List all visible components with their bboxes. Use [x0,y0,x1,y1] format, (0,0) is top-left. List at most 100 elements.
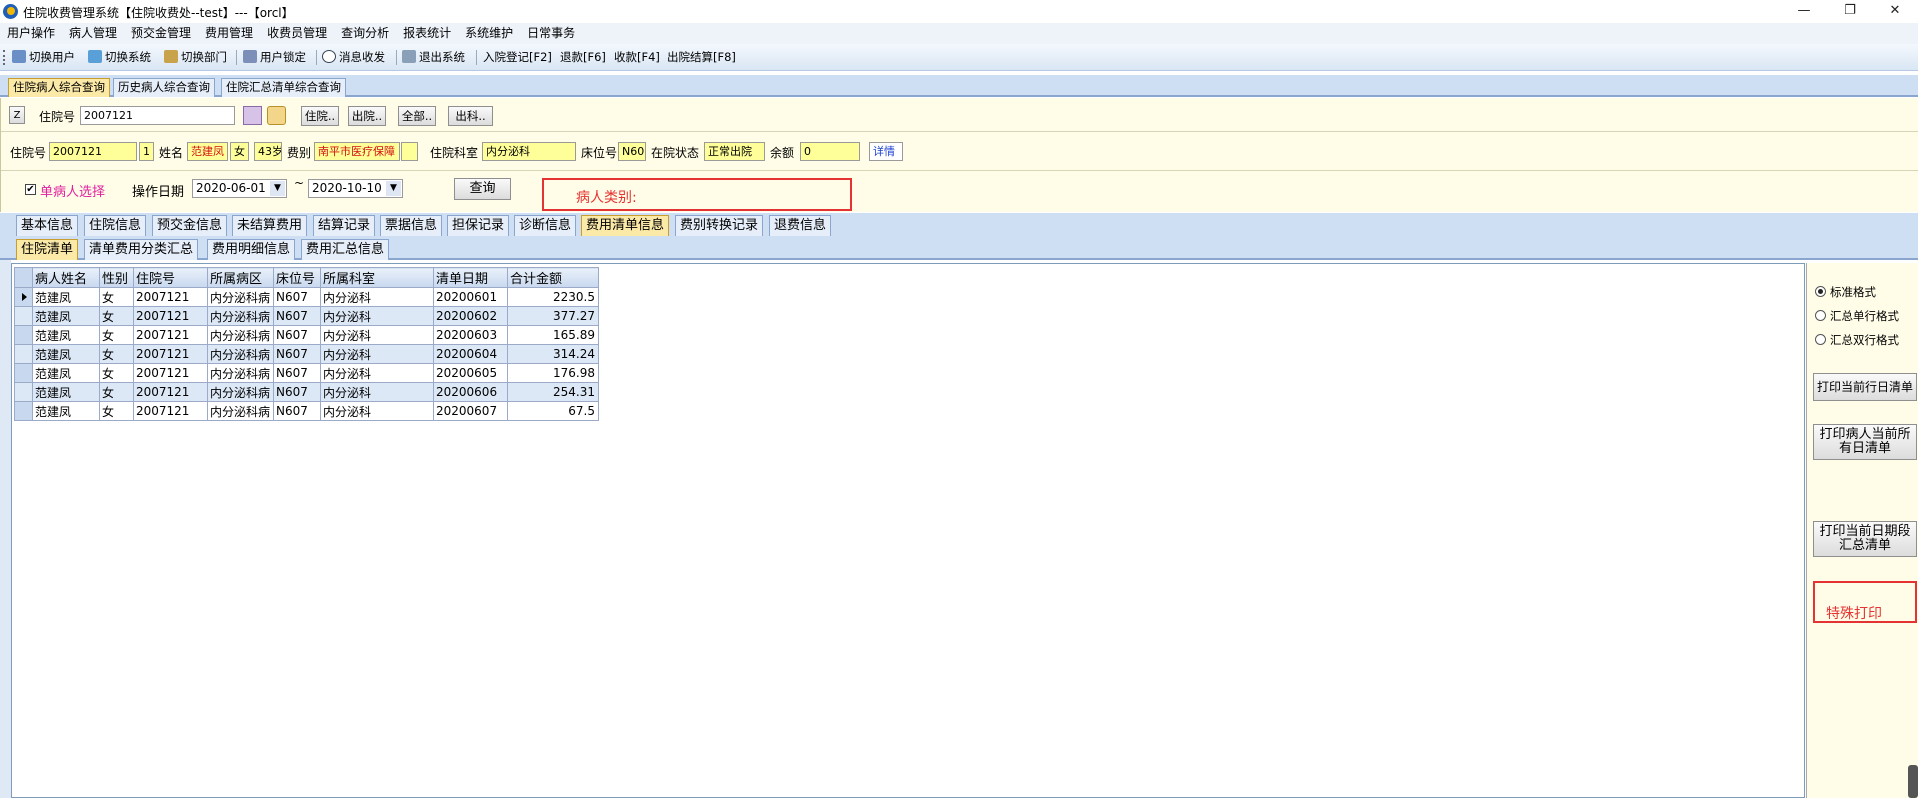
table-row[interactable]: 范建凤女 2007121 内分泌科病 N607 内分泌科 20200607 67.5 [14,401,599,421]
cell[interactable]: 2007121 [133,325,208,345]
cell[interactable]: 女 [99,344,134,364]
cell[interactable]: 内分泌科 [320,344,434,364]
cell[interactable]: 内分泌科病 [207,306,274,326]
tab-unsettled-fees[interactable]: 未结算费用 [232,215,308,236]
cell[interactable]: 范建凤 [32,401,100,421]
menu-deposit[interactable]: 预交金管理 [124,23,198,44]
cell[interactable]: 20200604 [433,344,508,364]
card-reader-icon[interactable] [243,106,262,125]
date-from-picker[interactable]: 2020-06-01 ▼ [192,179,287,198]
table-row[interactable]: 范建凤女 2007121 内分泌科病 N607 内分泌科 20200605 176.98 [14,363,599,383]
all-filter-button[interactable]: 全部.. [398,106,436,126]
menu-patient[interactable]: 病人管理 [62,23,124,44]
menu-system[interactable]: 系统维护 [458,23,520,44]
user-lock-button[interactable]: 用户锁定 [243,49,306,66]
col-ward[interactable]: 所属病区 [207,267,274,288]
row-selector[interactable] [14,363,33,383]
tab-fee-list-info[interactable]: 费用清单信息 [581,215,670,236]
inpatient-no-input[interactable]: 2007121 [80,106,235,125]
scrollbar-thumb[interactable] [1908,765,1918,798]
cell[interactable]: 20200601 [433,287,508,307]
tab-refund-info[interactable]: 退费信息 [769,215,832,236]
col-list-date[interactable]: 清单日期 [433,267,508,288]
cell[interactable]: 314.24 [507,344,599,364]
admit-button[interactable]: 入院登记[F2] [483,49,552,66]
cell[interactable]: 2007121 [133,363,208,383]
chevron-down-icon[interactable]: ▼ [386,181,401,196]
cell[interactable]: 女 [99,306,134,326]
tab-guarantee-records[interactable]: 担保记录 [447,215,510,236]
tab-settlement-records[interactable]: 结算记录 [313,215,376,236]
tab-fee-type-change[interactable]: 费别转换记录 [675,215,764,236]
row-selector[interactable] [14,306,33,326]
tab-deposit-info[interactable]: 预交金信息 [152,215,228,236]
cell[interactable]: 20200602 [433,306,508,326]
cell[interactable]: N607 [273,325,321,345]
print-period-button[interactable]: 打印当前日期段汇总清单 [1813,521,1917,557]
tab-fee-summary[interactable]: 费用汇总信息 [301,239,390,260]
cell[interactable]: 内分泌科 [320,306,434,326]
tab-admission-info[interactable]: 住院信息 [84,215,147,236]
cell[interactable]: 2007121 [133,344,208,364]
col-gender[interactable]: 性别 [99,267,134,288]
cell[interactable]: 女 [99,363,134,383]
table-row[interactable]: 范建凤女 2007121 内分泌科病 N607 内分泌科 20200604 314.24 [14,344,599,364]
row-selector[interactable] [14,325,33,345]
special-print-label[interactable]: 特殊打印 [1826,603,1882,623]
tab-fee-detail[interactable]: 费用明细信息 [207,239,296,260]
tab-summary-query[interactable]: 住院汇总清单综合查询 [221,78,346,97]
col-total[interactable]: 合计金额 [507,267,599,288]
cell[interactable]: 范建凤 [32,363,100,383]
menu-user-ops[interactable]: 用户操作 [0,23,62,44]
cell[interactable]: N607 [273,306,321,326]
cell[interactable]: 内分泌科病 [207,325,274,345]
cell[interactable]: N607 [273,401,321,421]
cell[interactable]: 范建凤 [32,306,100,326]
table-row[interactable]: 范建凤女 2007121 内分泌科病 N607 内分泌科 20200602 377.27 [14,306,599,326]
table-row[interactable]: 范建凤女 2007121 内分泌科病 N607 内分泌科 20200603 165.89 [14,325,599,345]
discharged-filter-button[interactable]: 出院.. [348,106,386,126]
col-inpatient-no[interactable]: 住院号 [133,267,208,288]
format-single-row-radio[interactable]: 汇总单行格式 [1815,308,1899,324]
chevron-down-icon[interactable]: ▼ [270,181,285,196]
cell[interactable]: 254.31 [507,382,599,402]
cell[interactable]: 67.5 [507,401,599,421]
cell[interactable]: 女 [99,401,134,421]
col-bed[interactable]: 床位号 [273,267,321,288]
cell[interactable]: 内分泌科病 [207,363,274,383]
cell[interactable]: 女 [99,325,134,345]
cell[interactable]: 范建凤 [32,325,100,345]
messages-button[interactable]: 消息收发 [322,49,385,66]
date-to-picker[interactable]: 2020-10-10 ▼ [308,179,403,198]
z-button[interactable]: Z [9,106,25,124]
inpatient-filter-button[interactable]: 住院.. [301,106,339,126]
collect-button[interactable]: 收款[F4] [614,49,660,66]
refund-button[interactable]: 退款[F6] [560,49,606,66]
tab-fee-category-summary[interactable]: 清单费用分类汇总 [84,239,199,260]
single-patient-checkbox[interactable]: ✔ [25,184,36,195]
print-all-day-button[interactable]: 打印病人当前所有日清单 [1813,424,1917,460]
detail-link[interactable]: 详情 [869,142,903,161]
cell[interactable]: 165.89 [507,325,599,345]
dept-out-filter-button[interactable]: 出科.. [448,106,493,126]
special-print-box[interactable]: 特殊打印 [1813,581,1917,623]
cell[interactable]: N607 [273,363,321,383]
cell[interactable]: 内分泌科 [320,382,434,402]
menu-fees[interactable]: 费用管理 [198,23,260,44]
cell[interactable]: 2007121 [133,382,208,402]
cell[interactable]: 2007121 [133,306,208,326]
cell[interactable]: 内分泌科 [320,287,434,307]
cell[interactable]: N607 [273,382,321,402]
tab-diagnosis-info[interactable]: 诊断信息 [514,215,577,236]
tab-inpatient-query[interactable]: 住院病人综合查询 [8,78,110,97]
table-row[interactable]: 范建凤女 2007121 内分泌科病 N607 内分泌科 20200606 254.31 [14,382,599,402]
tab-inpatient-list[interactable]: 住院清单 [16,239,79,260]
format-standard-radio[interactable]: 标准格式 [1815,284,1876,300]
row-selector[interactable] [14,344,33,364]
cell[interactable]: 女 [99,287,134,307]
menu-cashier[interactable]: 收费员管理 [260,23,334,44]
exit-button[interactable]: 退出系统 [402,49,465,66]
restore-button[interactable]: ❐ [1827,0,1873,23]
search-patient-icon[interactable] [267,106,286,125]
discharge-button[interactable]: 出院结算[F8] [667,49,736,66]
